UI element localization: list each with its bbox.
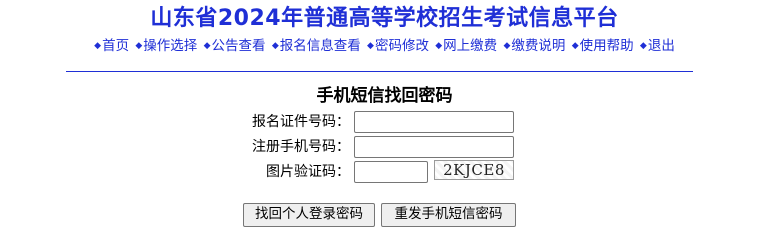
nav-online-payment-label: 网上缴费: [443, 38, 498, 54]
resend-sms-button[interactable]: 重发手机短信密码: [381, 203, 516, 227]
nav-announcements-label: 公告查看: [211, 38, 266, 54]
diamond-bullet-icon: ◆: [503, 41, 511, 51]
nav-change-password-label: 密码修改: [374, 38, 429, 54]
diamond-bullet-icon: ◆: [639, 41, 647, 51]
nav-logout-label: 退出: [647, 38, 675, 54]
captcha-image[interactable]: 2KJCE8: [434, 160, 514, 180]
nav-change-password[interactable]: ◆密码修改: [367, 38, 429, 54]
diamond-bullet-icon: ◆: [367, 41, 374, 51]
nav-operation-select[interactable]: ◆操作选择: [135, 38, 197, 54]
id-number-label: 报名证件号码：: [252, 114, 350, 130]
diamond-bullet-icon: ◆: [94, 41, 102, 51]
form-title: 手机短信找回密码: [316, 86, 453, 106]
captcha-label: 图片验证码：: [266, 164, 350, 180]
nav-announcements[interactable]: ◆公告查看: [204, 38, 266, 54]
nav-logout[interactable]: ◆退出: [640, 38, 675, 54]
nav-home-label: 首页: [102, 38, 130, 54]
retrieve-password-button[interactable]: 找回个人登录密码: [243, 203, 375, 227]
nav-home[interactable]: ◆首页: [94, 38, 129, 54]
site-title: 山东省2024年普通高等学校招生考试信息平台: [150, 6, 619, 31]
nav-operation-select-label: 操作选择: [143, 38, 198, 54]
phone-input[interactable]: [354, 136, 514, 158]
nav-online-payment[interactable]: ◆网上缴费: [435, 38, 497, 54]
nav-payment-instructions-label: 缴费说明: [511, 38, 566, 54]
nav-help-label: 使用帮助: [579, 38, 634, 54]
top-nav: ◆首页 ◆操作选择 ◆公告查看 ◆报名信息查看 ◆密码修改 ◆网上缴费 ◆缴费说…: [0, 36, 769, 56]
diamond-bullet-icon: ◆: [571, 41, 579, 51]
nav-registration-info[interactable]: ◆报名信息查看: [272, 38, 361, 54]
nav-registration-info-label: 报名信息查看: [279, 38, 361, 54]
id-number-input[interactable]: [354, 111, 514, 133]
nav-payment-instructions[interactable]: ◆缴费说明: [503, 38, 565, 54]
phone-label: 注册手机号码：: [252, 139, 350, 155]
diamond-bullet-icon: ◆: [271, 41, 279, 51]
captcha-input[interactable]: [354, 161, 428, 183]
diamond-bullet-icon: ◆: [435, 41, 443, 51]
nav-help[interactable]: ◆使用帮助: [572, 38, 634, 54]
diamond-bullet-icon: ◆: [135, 41, 143, 51]
header-divider: [66, 71, 693, 72]
diamond-bullet-icon: ◆: [203, 41, 211, 51]
